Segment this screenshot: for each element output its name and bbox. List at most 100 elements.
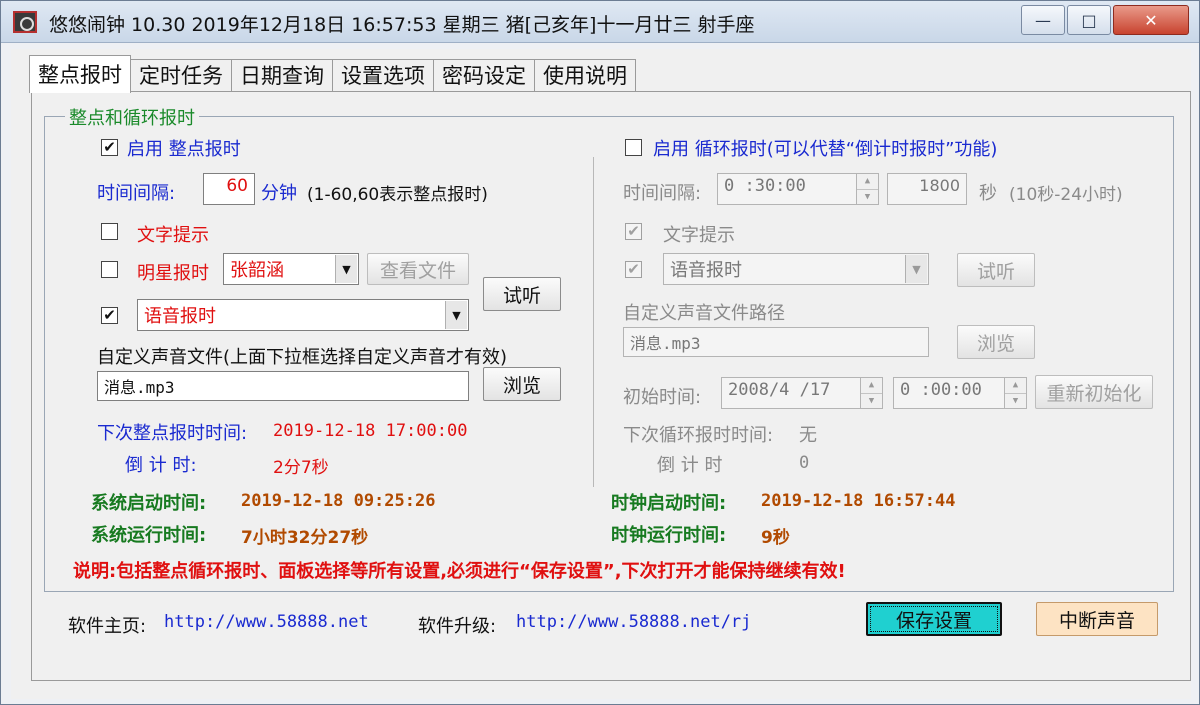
maximize-button[interactable]: □ [1067, 5, 1111, 35]
system-uptime-value: 7小时32分27秒 [241, 528, 369, 548]
client-area: 整点报时 定时任务 日期查询 设置选项 密码设定 使用说明 整点和循环报时 ✔ … [11, 49, 1191, 699]
window-title: 悠悠闹钟 10.30 2019年12月18日 16:57:53 星期三 猪[己亥… [49, 14, 755, 36]
next-chime-value: 2019-12-18 17:00:00 [273, 421, 468, 441]
spin-up-icon[interactable]: ▲ [1005, 378, 1026, 393]
init-time-value: 0 :00:00 [900, 380, 982, 400]
voice-chime-checkbox[interactable]: ✔ [101, 307, 118, 324]
tab-instructions[interactable]: 使用说明 [534, 59, 636, 93]
loop-listen-button[interactable]: 试听 [957, 253, 1035, 287]
view-file-button[interactable]: 查看文件 [367, 253, 469, 285]
loop-browse-button[interactable]: 浏览 [957, 325, 1035, 359]
spin-down-icon[interactable]: ▼ [1005, 392, 1026, 409]
clock-start-label: 时钟启动时间: [611, 493, 727, 514]
system-boot-label: 系统启动时间: [91, 493, 207, 514]
tab-strip: 整点报时 定时任务 日期查询 设置选项 密码设定 使用说明 [29, 55, 636, 93]
init-time-spinner[interactable]: ▲ ▼ [1004, 378, 1026, 408]
star-chime-checkbox[interactable] [101, 261, 118, 278]
spin-up-icon[interactable]: ▲ [861, 378, 882, 393]
next-chime-label: 下次整点报时时间: [97, 423, 248, 444]
init-time-label: 初始时间: [623, 387, 702, 408]
minimize-button[interactable]: — [1021, 5, 1065, 35]
tab-password[interactable]: 密码设定 [433, 59, 535, 93]
interval-hint: (1-60,60表示整点报时) [307, 185, 488, 205]
loop-interval-unit: 秒 [979, 183, 997, 204]
browse-button[interactable]: 浏览 [483, 367, 561, 401]
save-notice: 说明:包括整点循环报时、面板选择等所有设置,必须进行“保存设置”,下次打开才能保… [73, 561, 846, 582]
star-chime-label: 明星报时 [137, 263, 209, 284]
init-time-input[interactable]: 0 :00:00 ▲ ▼ [893, 377, 1027, 409]
loop-countdown-label: 倒 计 时 [657, 455, 723, 476]
loop-text-prompt-label: 文字提示 [663, 225, 735, 246]
tab-scheduled-tasks[interactable]: 定时任务 [130, 59, 232, 93]
spin-down-icon[interactable]: ▼ [861, 392, 882, 409]
tab-settings[interactable]: 设置选项 [332, 59, 434, 93]
upgrade-link[interactable]: http://www.58888.net/rj [516, 612, 751, 632]
loop-next-value: 无 [799, 425, 817, 446]
minimize-icon: — [1035, 10, 1051, 30]
loop-voice-select[interactable]: 语音报时 ▼ [663, 253, 929, 285]
tab-date-query[interactable]: 日期查询 [231, 59, 333, 93]
loop-interval-time-value: 0 :30:00 [724, 176, 806, 196]
star-select-value: 张韶涵 [230, 260, 284, 281]
chevron-down-icon[interactable]: ▼ [905, 255, 927, 283]
interval-unit: 分钟 [261, 183, 297, 204]
loop-voice-checkbox[interactable]: ✔ [625, 261, 642, 278]
maximize-icon: □ [1081, 10, 1097, 30]
loop-interval-spinner[interactable]: ▲ ▼ [856, 174, 878, 204]
chevron-down-icon[interactable]: ▼ [445, 301, 467, 329]
loop-enable-checkbox[interactable] [625, 139, 642, 156]
system-uptime-label: 系统运行时间: [91, 525, 207, 546]
countdown-label: 倒 计 时: [125, 455, 197, 476]
clock-start-value: 2019-12-18 16:57:44 [761, 491, 956, 511]
voice-select[interactable]: 语音报时 ▼ [137, 299, 469, 331]
loop-interval-label: 时间间隔: [623, 183, 702, 204]
chevron-down-icon[interactable]: ▼ [335, 255, 357, 283]
spin-down-icon[interactable]: ▼ [857, 188, 878, 205]
loop-text-prompt-checkbox[interactable]: ✔ [625, 223, 642, 240]
loop-custom-path-input[interactable]: 消息.mp3 [623, 327, 929, 357]
init-date-input[interactable]: 2008/4 /17 ▲ ▼ [721, 377, 883, 409]
loop-interval-hint: (10秒-24小时) [1009, 185, 1123, 205]
chime-group: 整点和循环报时 ✔ 启用 整点报时 时间间隔: 60 分钟 (1-60,60表示… [44, 104, 1174, 592]
loop-enable-label: 启用 循环报时(可以代替“倒计时报时”功能) [653, 139, 998, 160]
loop-custom-path-label: 自定义声音文件路径 [623, 303, 785, 324]
save-settings-button[interactable]: 保存设置 [866, 602, 1002, 636]
countdown-value: 2分7秒 [273, 458, 329, 478]
init-date-spinner[interactable]: ▲ ▼ [860, 378, 882, 408]
custom-sound-input[interactable]: 消息.mp3 [97, 371, 469, 401]
tab-hourly-chime[interactable]: 整点报时 [29, 55, 131, 93]
app-clock-icon[interactable] [13, 11, 37, 33]
app-window: 悠悠闹钟 10.30 2019年12月18日 16:57:53 星期三 猪[己亥… [0, 0, 1200, 705]
system-boot-value: 2019-12-18 09:25:26 [241, 491, 436, 511]
tab-panel: 整点和循环报时 ✔ 启用 整点报时 时间间隔: 60 分钟 (1-60,60表示… [31, 91, 1191, 681]
clock-run-label: 时钟运行时间: [611, 525, 727, 546]
interval-input[interactable]: 60 [203, 173, 255, 205]
close-icon: ✕ [1144, 10, 1158, 30]
stop-sound-button[interactable]: 中断声音 [1036, 602, 1158, 636]
column-divider [593, 157, 594, 487]
init-date-value: 2008/4 /17 [728, 380, 831, 400]
homepage-label: 软件主页: [68, 616, 147, 637]
loop-next-label: 下次循环报时时间: [623, 425, 774, 446]
text-prompt-checkbox[interactable] [101, 223, 118, 240]
loop-voice-select-value: 语音报时 [670, 260, 742, 281]
loop-interval-time[interactable]: 0 :30:00 ▲ ▼ [717, 173, 879, 205]
group-title: 整点和循环报时 [65, 104, 199, 130]
loop-countdown-value: 0 [799, 453, 810, 473]
spin-up-icon[interactable]: ▲ [857, 174, 878, 189]
hourly-enable-label: 启用 整点报时 [127, 139, 241, 160]
text-prompt-label: 文字提示 [137, 225, 209, 246]
interval-label: 时间间隔: [97, 183, 176, 204]
title-bar[interactable]: 悠悠闹钟 10.30 2019年12月18日 16:57:53 星期三 猪[己亥… [1, 1, 1199, 43]
clock-run-value: 9秒 [761, 528, 790, 548]
homepage-link[interactable]: http://www.58888.net [164, 612, 369, 632]
star-select[interactable]: 张韶涵 ▼ [223, 253, 359, 285]
close-button[interactable]: ✕ [1113, 5, 1189, 35]
upgrade-label: 软件升级: [418, 616, 497, 637]
listen-button[interactable]: 试听 [483, 277, 561, 311]
loop-interval-seconds[interactable]: 1800 [887, 173, 967, 205]
reinitialize-button[interactable]: 重新初始化 [1035, 375, 1153, 409]
custom-sound-label: 自定义声音文件(上面下拉框选择自定义声音才有效) [97, 347, 508, 368]
hourly-enable-checkbox[interactable]: ✔ [101, 139, 118, 156]
voice-select-value: 语音报时 [144, 306, 216, 327]
